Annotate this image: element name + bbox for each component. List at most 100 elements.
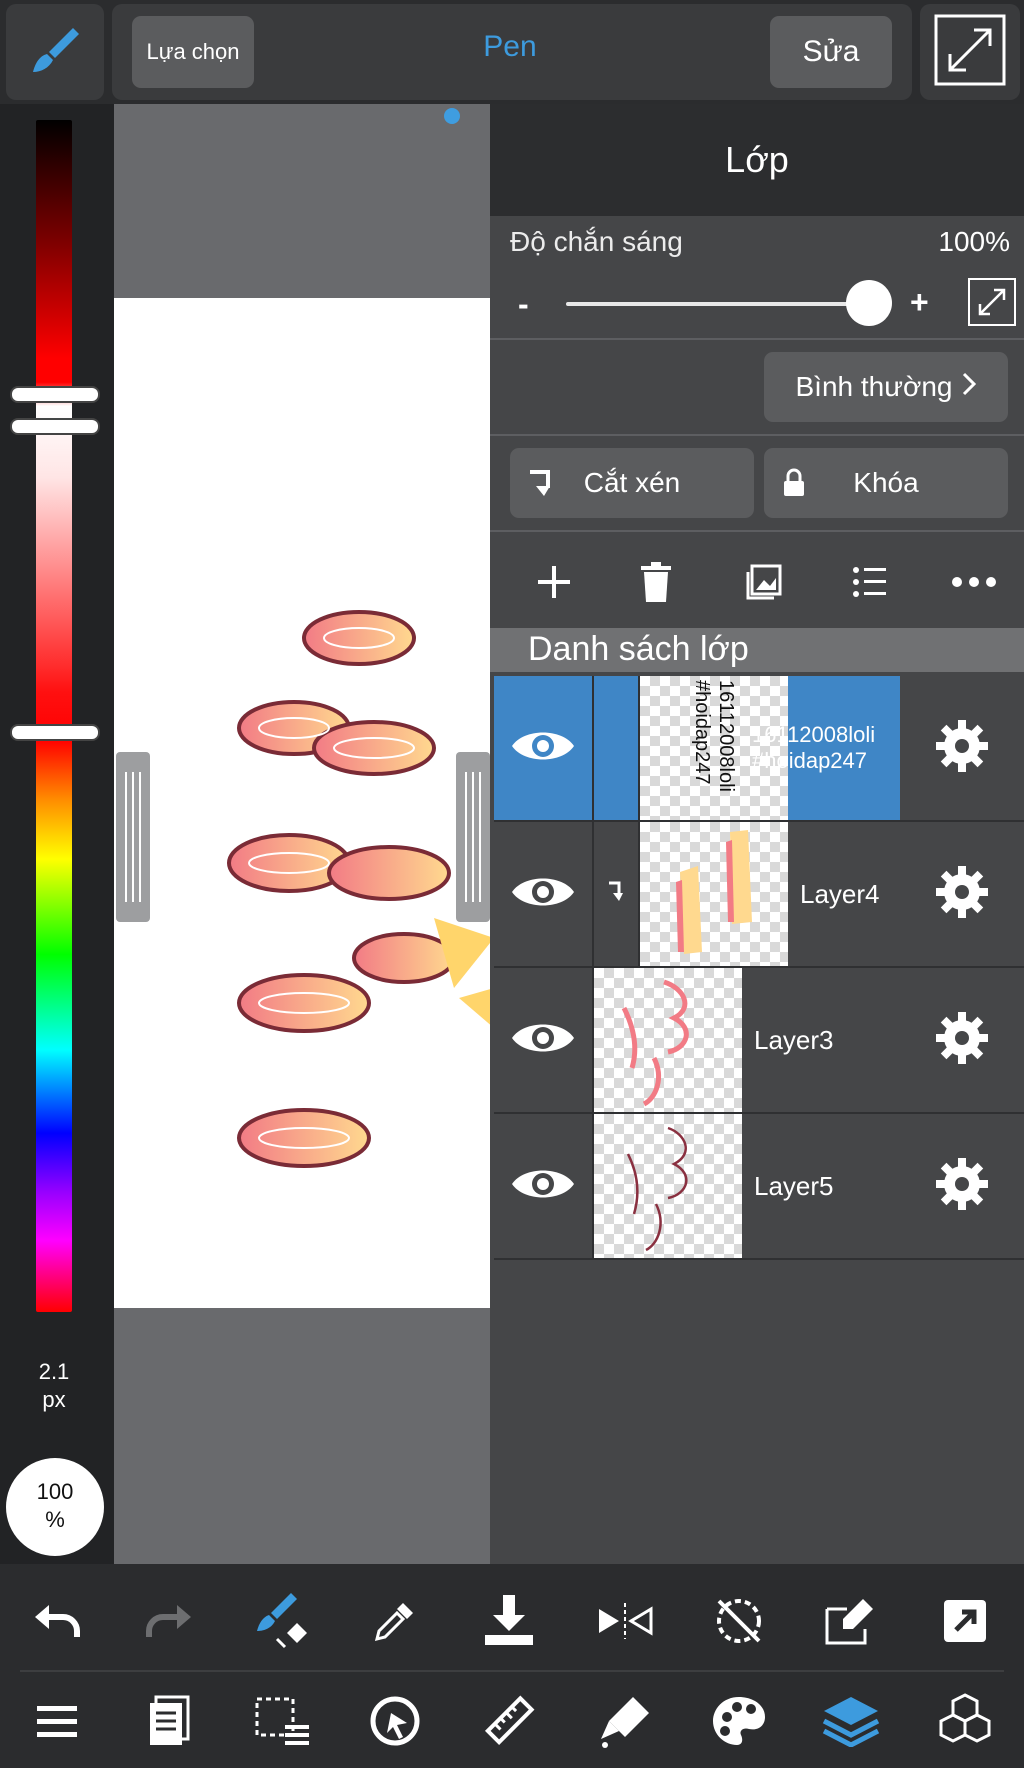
fill-icon[interactable]	[580, 1676, 670, 1766]
expand-icon	[934, 14, 1006, 91]
ruler-icon[interactable]	[464, 1676, 554, 1766]
layer-thumbnail[interactable]	[594, 968, 742, 1112]
layer-settings-button[interactable]	[900, 968, 1024, 1112]
undo-icon[interactable]	[12, 1576, 102, 1666]
hue-handle[interactable]	[12, 726, 98, 739]
blend-mode-label: Bình thường	[795, 371, 953, 402]
eye-icon	[510, 872, 576, 917]
opacity-value: 100%	[938, 226, 1010, 257]
drawing-canvas[interactable]	[114, 298, 494, 1308]
opacity-expand-button[interactable]	[968, 278, 1016, 326]
layer-name[interactable]: 16112008loli #hoidap247	[752, 676, 875, 820]
opacity-slider-knob[interactable]	[846, 280, 892, 326]
eyedropper-icon[interactable]	[350, 1576, 440, 1666]
brush-size-value: 2.1	[38, 1359, 70, 1384]
layer-settings-button[interactable]	[900, 822, 1024, 966]
expand-icon	[970, 288, 1014, 328]
brightness-handle[interactable]	[12, 388, 98, 401]
divider	[490, 338, 1024, 340]
fullscreen-button[interactable]	[920, 4, 1020, 100]
opacity-increase-button[interactable]: +	[910, 284, 929, 321]
layer-actions	[490, 540, 1024, 624]
layer-thumbnail[interactable]	[640, 822, 788, 966]
divider	[490, 434, 1024, 436]
clip-indicator	[594, 676, 640, 820]
add-layer-icon[interactable]	[524, 540, 584, 624]
clip-arrow-icon	[607, 881, 625, 908]
brush-opacity-value: 100	[36, 1479, 74, 1504]
color-slider[interactable]	[36, 120, 72, 1312]
visibility-toggle[interactable]	[494, 1114, 594, 1258]
pages-icon[interactable]	[124, 1676, 214, 1766]
more-icon[interactable]	[944, 540, 1004, 624]
list-icon[interactable]	[840, 540, 900, 624]
edit-button[interactable]: Sửa	[770, 16, 892, 88]
opacity-label: Độ chắn sáng	[510, 226, 683, 257]
layer-name[interactable]: Layer4	[800, 822, 880, 966]
canvas-right-grip[interactable]	[456, 752, 490, 922]
divider	[490, 530, 1024, 532]
selection-button[interactable]: Lựa chọn	[132, 16, 254, 88]
layer-settings-button[interactable]	[900, 676, 1024, 820]
eye-icon	[510, 1018, 576, 1063]
save-download-icon[interactable]	[464, 1576, 554, 1666]
brush-size-indicator[interactable]: 2.1 px	[20, 1358, 88, 1414]
gear-icon	[934, 1156, 990, 1217]
thumbnail-text-1: 16112008loli	[715, 680, 737, 792]
brush-transform-icon[interactable]	[238, 1576, 328, 1666]
visibility-toggle[interactable]	[494, 822, 594, 966]
lock-button[interactable]: Khóa	[764, 448, 1008, 518]
layer-row-1[interactable]: 16112008loli #hoidap247 16112008loli #ho…	[494, 676, 1024, 822]
brush-opacity-indicator[interactable]: 100 %	[6, 1458, 104, 1556]
layer-name[interactable]: Layer5	[754, 1114, 834, 1258]
share-icon[interactable]	[920, 1576, 1010, 1666]
clipping-label: Cắt xén	[583, 467, 681, 498]
eye-icon	[510, 726, 576, 771]
layer-row-4[interactable]: Layer5	[494, 1114, 1024, 1260]
rotate-off-icon[interactable]	[694, 1576, 784, 1666]
image-layer-icon[interactable]	[734, 540, 794, 624]
clipping-button[interactable]: Cắt xén	[510, 448, 754, 518]
brush-icon	[25, 20, 85, 85]
layer-thumbnail[interactable]	[594, 1114, 742, 1258]
snap-icon[interactable]	[350, 1676, 440, 1766]
brush-tool-button[interactable]	[6, 4, 104, 100]
redo-icon[interactable]	[124, 1576, 214, 1666]
layer-name-line2: #hoidap247	[752, 748, 868, 773]
canvas-left-grip[interactable]	[116, 752, 150, 922]
layers-icon[interactable]	[806, 1676, 896, 1766]
materials-icon[interactable]	[920, 1676, 1010, 1766]
chevron-right-icon	[962, 371, 977, 403]
page-indicator-dot	[444, 108, 460, 124]
visibility-toggle[interactable]	[494, 676, 594, 820]
layer-list-header: Danh sách lớp	[490, 628, 1024, 672]
artwork	[227, 610, 494, 1168]
layer-name-line1: 16112008loli	[752, 722, 876, 747]
lock-icon	[782, 468, 806, 505]
opacity-slider-track[interactable]	[566, 302, 866, 306]
edit-canvas-icon[interactable]	[806, 1576, 896, 1666]
layer-list-title: Danh sách lớp	[528, 630, 749, 668]
flip-icon[interactable]	[580, 1576, 670, 1666]
clip-arrow-icon	[526, 468, 554, 505]
opacity-decrease-button[interactable]: -	[518, 286, 529, 323]
gear-icon	[934, 1010, 990, 1071]
brush-size-unit: px	[42, 1387, 66, 1412]
palette-icon[interactable]	[694, 1676, 784, 1766]
selection-icon[interactable]	[238, 1676, 328, 1766]
menu-icon[interactable]	[12, 1676, 102, 1766]
saturation-handle[interactable]	[12, 420, 98, 433]
thumbnail-text-2: #hoidap247	[691, 680, 713, 785]
brush-opacity-unit: %	[45, 1507, 65, 1532]
blend-mode-button[interactable]: Bình thường	[764, 352, 1008, 422]
layer-row-2[interactable]: Layer4	[494, 822, 1024, 968]
current-tool-title[interactable]: Pen	[380, 30, 640, 64]
layer-settings-button[interactable]	[900, 1114, 1024, 1258]
layer-name[interactable]: Layer3	[754, 968, 834, 1112]
clip-indicator	[594, 822, 640, 966]
trash-icon[interactable]	[626, 540, 686, 624]
eye-icon	[510, 1164, 576, 1209]
visibility-toggle[interactable]	[494, 968, 594, 1112]
layer-row-3[interactable]: Layer3	[494, 968, 1024, 1114]
lock-label: Khóa	[853, 467, 919, 498]
